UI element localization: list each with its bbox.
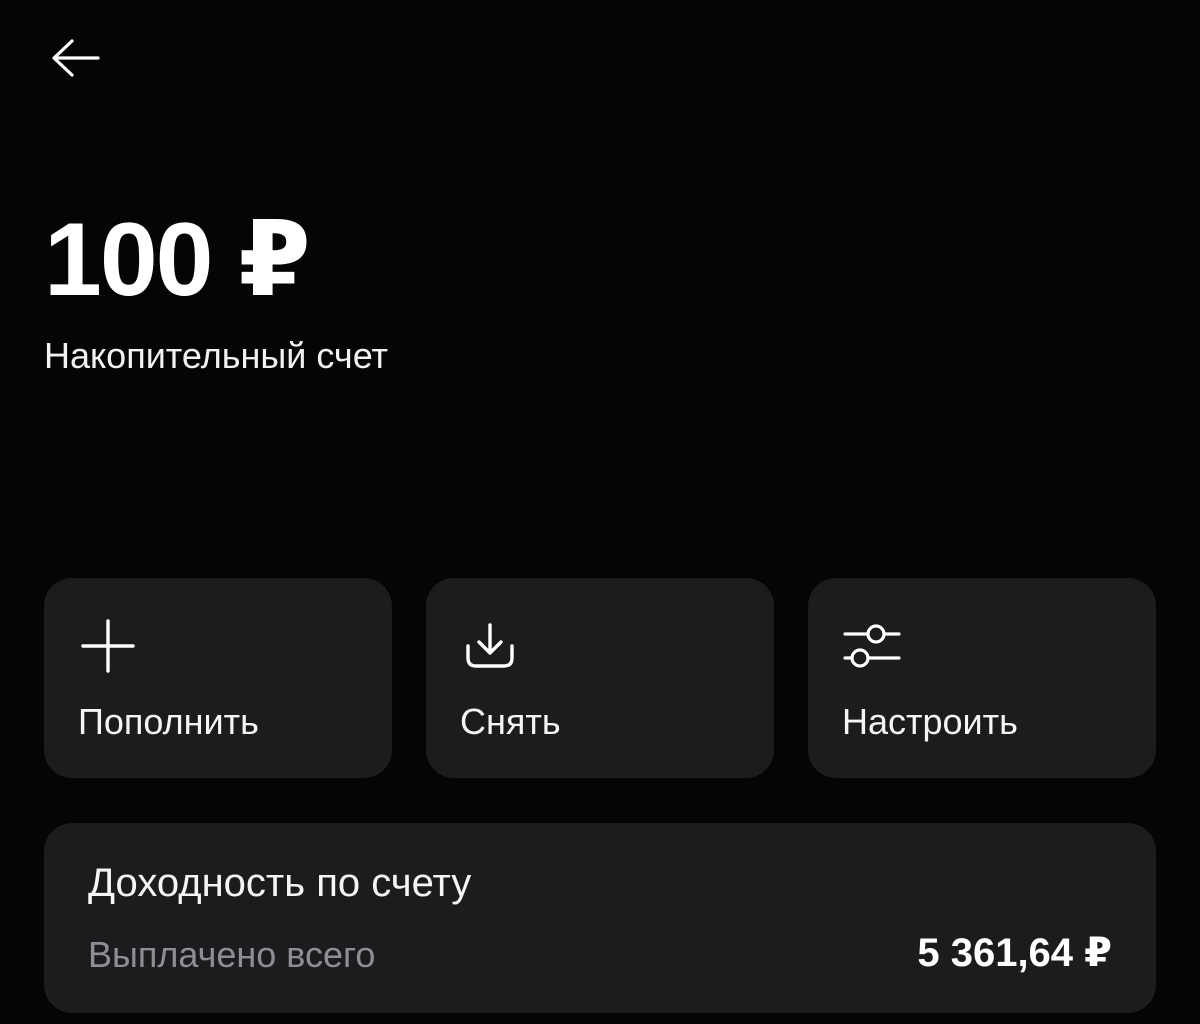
sliders-icon: [840, 614, 904, 678]
back-button[interactable]: [40, 30, 112, 90]
top-up-button[interactable]: Пополнить: [44, 578, 392, 778]
withdraw-button[interactable]: Снять: [426, 578, 774, 778]
account-balance: 100 ₽: [44, 202, 311, 318]
plus-icon: [76, 614, 140, 678]
withdraw-label: Снять: [460, 701, 561, 742]
download-tray-icon: [458, 614, 522, 678]
account-name: Накопительный счет: [44, 335, 389, 376]
paid-total-label: Выплачено всего: [88, 934, 376, 975]
settings-label: Настроить: [842, 701, 1018, 742]
settings-button[interactable]: Настроить: [808, 578, 1156, 778]
top-up-label: Пополнить: [78, 701, 259, 742]
action-buttons: Пополнить Снять Настроить: [44, 578, 1156, 778]
arrow-left-icon: [50, 38, 102, 83]
account-yield-card[interactable]: Доходность по счету Выплачено всего 5 36…: [44, 823, 1156, 1013]
yield-title: Доходность по счету: [88, 861, 472, 905]
paid-total-value: 5 361,64 ₽: [917, 931, 1112, 975]
